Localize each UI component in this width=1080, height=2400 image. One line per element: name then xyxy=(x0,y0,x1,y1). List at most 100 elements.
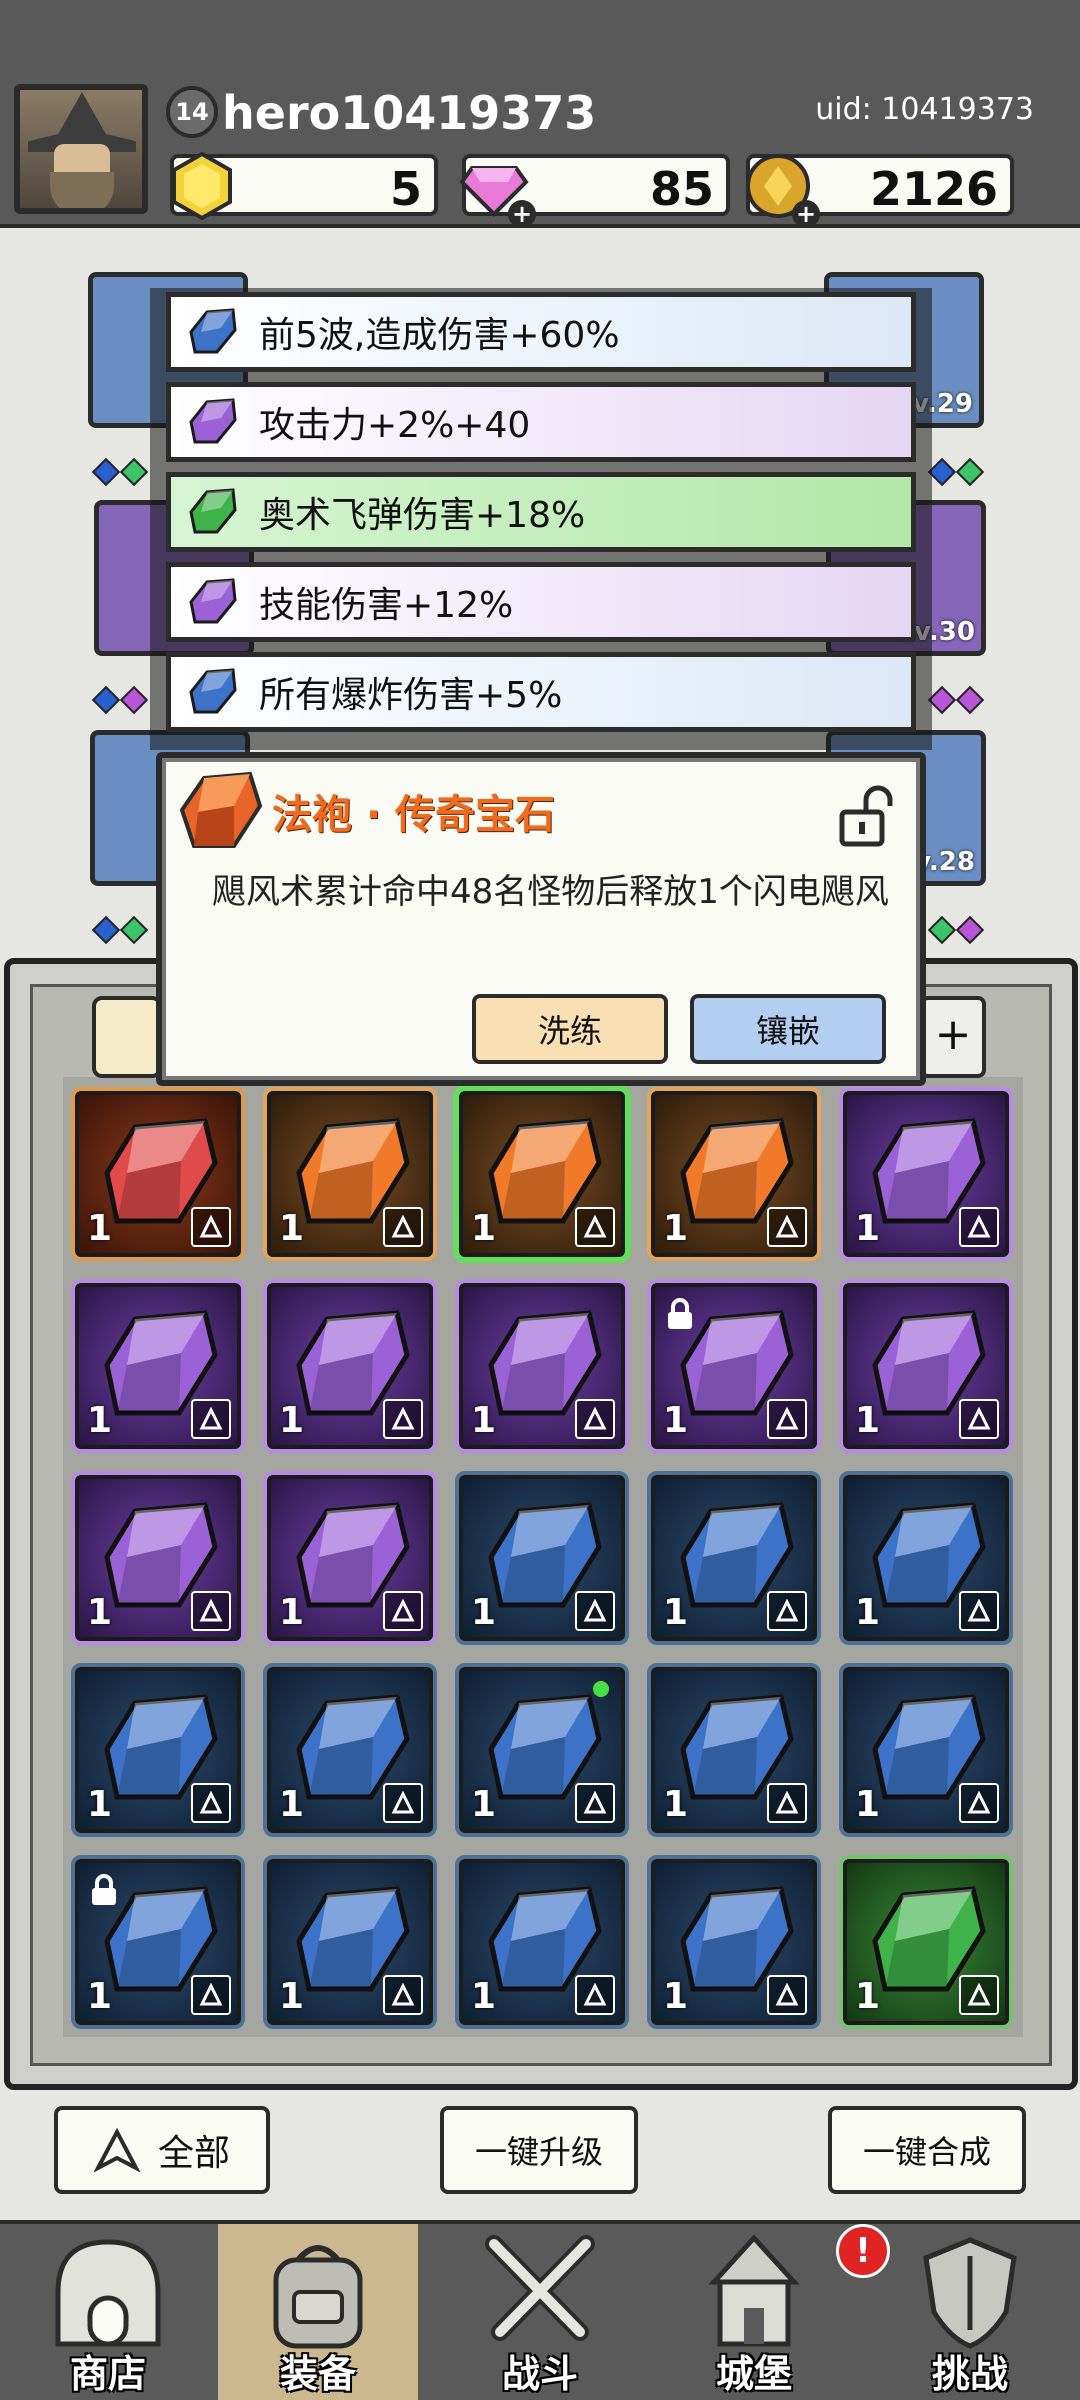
gem-slot[interactable]: 1 xyxy=(651,1667,817,1833)
gem-count: 1 xyxy=(663,1976,689,2017)
slot-type-icon xyxy=(575,1783,615,1823)
nav-castle[interactable]: 城堡 xyxy=(654,2224,854,2400)
affix-text: 所有爆炸伤害+5% xyxy=(259,675,563,716)
gem-socket-row xyxy=(91,457,149,487)
gem-count: 1 xyxy=(855,1208,881,1249)
new-indicator-dot xyxy=(593,1681,609,1697)
filter-tab-robe[interactable] xyxy=(92,996,162,1078)
triangle-up-icon xyxy=(93,2128,140,2172)
gem-count: 1 xyxy=(471,1400,497,1441)
nav-equipment[interactable]: 装备 xyxy=(218,2224,418,2400)
filter-add-button[interactable]: + xyxy=(920,996,986,1078)
add-coin-icon[interactable]: + xyxy=(792,200,820,228)
gem-slot[interactable]: 1 xyxy=(75,1667,241,1833)
affix-text: 前5波,造成伤害+60% xyxy=(259,315,620,356)
inlay-button[interactable]: 镶嵌 xyxy=(690,994,886,1064)
gem-slot[interactable]: 1 xyxy=(651,1091,817,1257)
affix-row: 前5波,造成伤害+60% xyxy=(166,292,916,372)
slot-type-icon xyxy=(575,1207,615,1247)
gem-count: 1 xyxy=(663,1784,689,1825)
gem-count: 1 xyxy=(87,1784,113,1825)
gem-slot[interactable]: 1 xyxy=(843,1667,1009,1833)
slot-type-icon xyxy=(383,1207,423,1247)
gem-slot[interactable]: 1 xyxy=(459,1091,625,1257)
gem-slot[interactable]: 1 xyxy=(267,1091,433,1257)
slot-type-icon xyxy=(191,1975,231,2015)
gem-count: 1 xyxy=(855,1400,881,1441)
gem-slot[interactable]: 1 xyxy=(459,1283,625,1449)
purple-socket-icon xyxy=(927,685,957,715)
gem-slot[interactable]: 1 xyxy=(651,1283,817,1449)
gem-slot[interactable]: 1 xyxy=(267,1475,433,1641)
affix-row: 技能伤害+12% xyxy=(166,562,916,642)
nav-castle-label: 城堡 xyxy=(715,2352,792,2396)
castle-icon xyxy=(708,2234,800,2347)
gem-slot[interactable]: 1 xyxy=(459,1667,625,1833)
gem-socket-row xyxy=(927,457,985,487)
gem-count: 1 xyxy=(87,1592,113,1633)
slot-type-icon xyxy=(959,1207,999,1247)
affix-text: 攻击力+2%+40 xyxy=(259,405,531,446)
gem-detail-dialog: 法袍 · 传奇宝石 飓风术累计命中48名怪物后释放1个闪电飓风 洗练 镶嵌 xyxy=(156,752,926,1086)
purple-gem-icon xyxy=(189,398,237,444)
backpack-icon xyxy=(273,2245,363,2349)
gem-slot[interactable]: 1 xyxy=(75,1283,241,1449)
green-socket-icon xyxy=(927,915,957,945)
refine-button[interactable]: 洗练 xyxy=(472,994,668,1064)
add-diamond-icon[interactable]: + xyxy=(508,200,536,228)
diamond-value: 85 xyxy=(649,162,714,216)
merge-all-button[interactable]: 一键合成 xyxy=(828,2106,1026,2194)
gem-slot[interactable]: 1 xyxy=(651,1475,817,1641)
gem-socket-row xyxy=(927,685,985,715)
slot-type-icon xyxy=(575,1591,615,1631)
gem-slot[interactable]: 1 xyxy=(267,1667,433,1833)
affix-row: 所有爆炸伤害+5% xyxy=(166,652,916,732)
player-uid: uid: 10419373 xyxy=(815,92,1034,127)
gem-count: 1 xyxy=(471,1976,497,2017)
gem-count: 1 xyxy=(663,1208,689,1249)
player-avatar[interactable] xyxy=(14,84,148,214)
nav-shop[interactable]: 商店 xyxy=(8,2224,208,2400)
crossed-swords-icon xyxy=(485,2235,595,2341)
gem-slot[interactable]: 1 xyxy=(75,1091,241,1257)
slot-type-icon xyxy=(191,1783,231,1823)
gem-slot[interactable]: 1 xyxy=(459,1859,625,2025)
gem-slot[interactable]: 1 xyxy=(843,1091,1009,1257)
gem-count: 1 xyxy=(279,1400,305,1441)
gem-slot[interactable]: 1 xyxy=(459,1475,625,1641)
unlock-icon[interactable] xyxy=(838,782,896,848)
gem-count: 1 xyxy=(87,1208,113,1249)
gem-slot[interactable]: 1 xyxy=(843,1475,1009,1641)
player-level-badge: 14 xyxy=(166,86,218,138)
diamond-counter[interactable]: + 85 xyxy=(459,154,730,228)
slot-type-icon xyxy=(575,1399,615,1439)
gem-slot[interactable]: 1 xyxy=(75,1859,241,2025)
nav-battle[interactable]: 战斗 xyxy=(440,2224,640,2400)
slot-type-icon xyxy=(383,1591,423,1631)
gem-slot[interactable]: 1 xyxy=(267,1283,433,1449)
gem-socket-row xyxy=(91,915,149,945)
gem-slot[interactable]: 1 xyxy=(651,1859,817,2025)
affix-text: 奥术飞弹伤害+18% xyxy=(259,495,586,536)
nav-equipment-label: 装备 xyxy=(279,2352,356,2396)
gem-count: 1 xyxy=(471,1784,497,1825)
slot-type-icon xyxy=(767,1399,807,1439)
gem-slot[interactable]: 1 xyxy=(267,1859,433,2025)
nav-challenge[interactable]: 挑战 xyxy=(870,2224,1070,2400)
coin-counter[interactable]: + 2126 xyxy=(746,154,1014,228)
top-header: 14 hero10419373 uid: 10419373 5 + 85 + 2… xyxy=(0,0,1080,228)
gem-grid: 1 1 1 1 1 1 1 1 1 1 1 1 1 1 1 1 1 1 1 1 1 1 1 1 1 xyxy=(63,1077,1023,2037)
slot-type-icon xyxy=(383,1783,423,1823)
blue-socket-icon xyxy=(91,915,121,945)
filter-all-button[interactable]: 全部 xyxy=(54,2106,270,2194)
gem-slot[interactable]: 1 xyxy=(843,1859,1009,2025)
gem-slot[interactable]: 1 xyxy=(75,1475,241,1641)
green-socket-icon xyxy=(955,457,985,487)
gem-slot[interactable]: 1 xyxy=(843,1283,1009,1449)
gem-count: 1 xyxy=(87,1400,113,1441)
gem-count: 1 xyxy=(279,1592,305,1633)
gem-count: 1 xyxy=(87,1976,113,2017)
gem-count: 1 xyxy=(855,1976,881,2017)
upgrade-all-button[interactable]: 一键升级 xyxy=(440,2106,638,2194)
gem-count: 1 xyxy=(471,1208,497,1249)
